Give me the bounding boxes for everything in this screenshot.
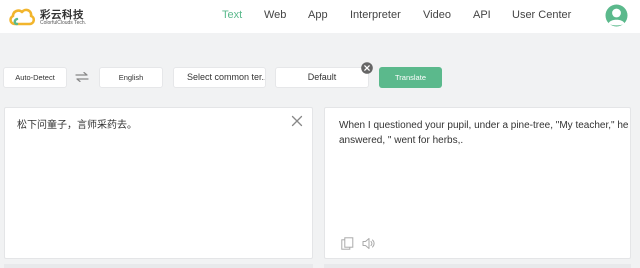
cloud-logo-icon bbox=[9, 8, 36, 26]
brand-logo[interactable]: 彩云科技 ColorfulClouds Tech. bbox=[8, 5, 118, 29]
nav-app[interactable]: App bbox=[308, 9, 328, 21]
target-language-select[interactable]: English bbox=[99, 67, 163, 88]
nav-user-center[interactable]: User Center bbox=[512, 9, 571, 21]
result-panel-footer bbox=[324, 264, 631, 268]
swap-arrows-icon[interactable] bbox=[75, 72, 89, 82]
source-text-input[interactable]: 松下问童子，言师采药去。 bbox=[17, 118, 137, 133]
nav-web[interactable]: Web bbox=[264, 9, 286, 21]
user-avatar-icon[interactable] bbox=[605, 4, 628, 27]
speaker-icon[interactable] bbox=[362, 237, 375, 250]
source-language-select[interactable]: Auto-Detect bbox=[3, 67, 67, 88]
copy-icon[interactable] bbox=[341, 237, 354, 250]
translation-result-text: When I questioned your pupil, under a pi… bbox=[339, 120, 629, 146]
nav-api[interactable]: API bbox=[473, 9, 491, 21]
source-panel[interactable]: 松下问童子，言师采药去。 bbox=[4, 107, 313, 259]
top-nav-bar: 彩云科技 ColorfulClouds Tech. Text Web App I… bbox=[0, 0, 640, 33]
result-panel: When I questioned your pupil, under a pi… bbox=[324, 107, 631, 259]
close-icon[interactable] bbox=[291, 115, 303, 127]
translate-button[interactable]: Translate bbox=[379, 67, 442, 88]
brand-name-en: ColorfulClouds Tech. bbox=[40, 20, 87, 26]
nav-video[interactable]: Video bbox=[423, 9, 451, 21]
close-circle-icon[interactable] bbox=[361, 62, 373, 74]
model-select[interactable]: Default bbox=[275, 67, 369, 88]
common-terms-select[interactable]: Select common ter... bbox=[173, 67, 266, 88]
source-panel-footer bbox=[4, 264, 313, 268]
nav-interpreter[interactable]: Interpreter bbox=[350, 9, 401, 21]
nav-text[interactable]: Text bbox=[222, 9, 242, 21]
